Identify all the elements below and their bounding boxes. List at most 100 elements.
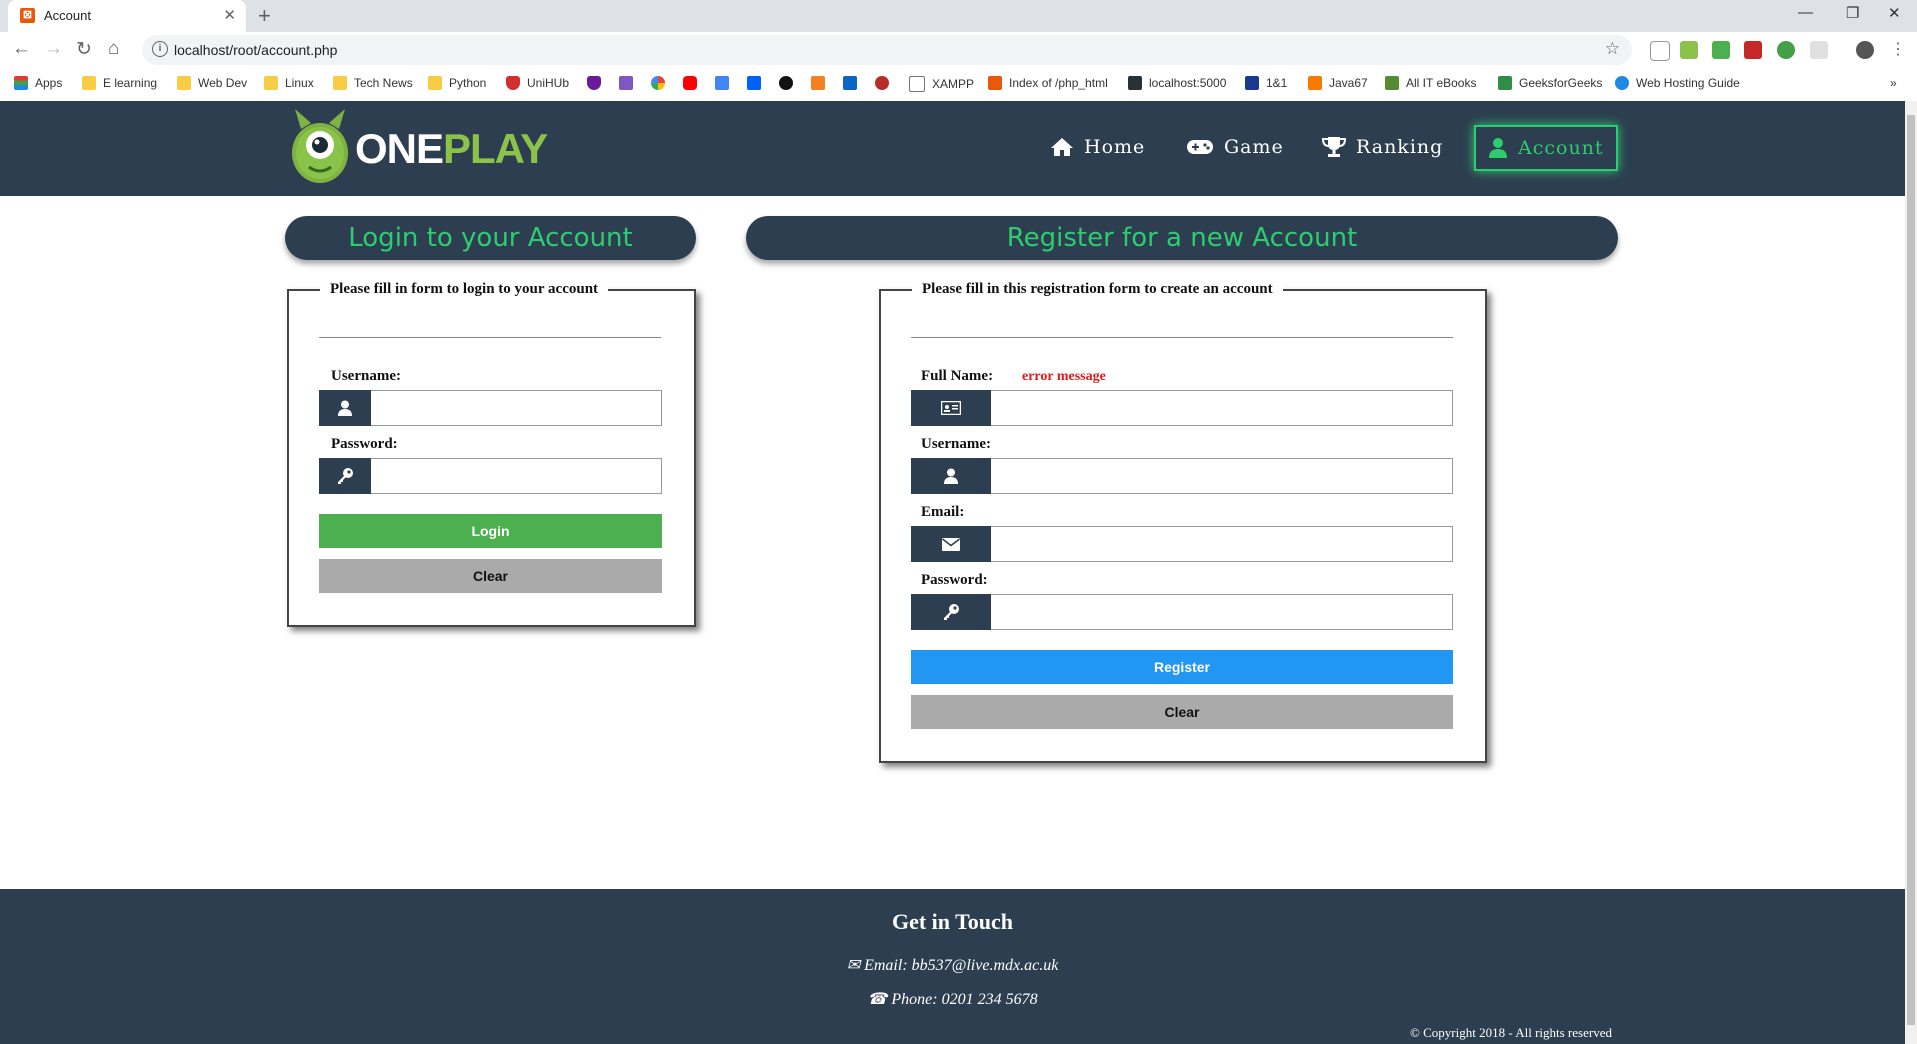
bookmark-item[interactable]: GeeksforGeeks xyxy=(1498,76,1602,90)
hosting-guide-icon xyxy=(1615,76,1629,90)
bookmark-item[interactable]: Index of /php_html xyxy=(988,76,1108,90)
folder-icon xyxy=(333,76,347,90)
bookmark-item[interactable] xyxy=(651,76,672,90)
geeksforgeeks-icon xyxy=(1498,76,1512,90)
browser-tab[interactable]: ⊠ Account ✕ xyxy=(8,0,246,32)
browser-toolbar: ← → ↻ ⌂ i localhost/root/account.php ☆ xyxy=(0,32,1917,70)
nav-home-label: Home xyxy=(1084,136,1146,158)
bookmark-item[interactable] xyxy=(811,76,832,90)
bookmark-item[interactable]: localhost:5000 xyxy=(1128,76,1226,90)
reload-icon[interactable]: ↻ xyxy=(76,38,92,61)
k-icon xyxy=(619,76,633,90)
extension-check-icon[interactable] xyxy=(1777,41,1795,59)
bookmark-item[interactable] xyxy=(619,76,640,90)
bookmark-item[interactable] xyxy=(683,76,704,90)
bookmark-label: Index of /php_html xyxy=(1009,76,1108,90)
bookmark-item[interactable]: Apps xyxy=(14,76,62,90)
register-fullname-field xyxy=(911,390,1453,426)
bookmark-label: Linux xyxy=(285,76,314,90)
login-username-input[interactable] xyxy=(371,390,662,426)
xampp-favicon-icon: ⊠ xyxy=(20,8,35,23)
nav-home[interactable]: Home xyxy=(1050,126,1145,168)
bookmark-item[interactable]: Tech News xyxy=(333,76,413,90)
envelope-icon: ✉ xyxy=(846,957,861,974)
bookmark-item[interactable] xyxy=(715,76,736,90)
home-icon xyxy=(1050,137,1074,157)
url-text[interactable]: localhost/root/account.php xyxy=(174,42,337,58)
login-password-input[interactable] xyxy=(371,458,662,494)
nav-game[interactable]: Game xyxy=(1186,126,1284,168)
register-username-input[interactable] xyxy=(991,458,1453,494)
footer-copyright: © Copyright 2018 - All rights reserved xyxy=(1410,1025,1612,1040)
minimize-icon[interactable]: — xyxy=(1798,4,1813,21)
bookmark-item[interactable]: 1&1 xyxy=(1245,76,1287,90)
page-scrollbar[interactable] xyxy=(1905,101,1917,1044)
new-tab-icon[interactable]: + xyxy=(258,3,271,29)
site-logo[interactable]: ONEPLAY xyxy=(287,105,548,187)
bookmark-item[interactable]: Web Hosting Guide xyxy=(1615,76,1740,90)
bookmark-label: 1&1 xyxy=(1266,76,1288,90)
bookmark-item[interactable] xyxy=(587,76,608,90)
bookmark-star-icon[interactable]: ☆ xyxy=(1605,39,1620,59)
bookmark-item[interactable]: E learning xyxy=(82,76,157,90)
register-email-input[interactable] xyxy=(991,526,1453,562)
bookmark-item[interactable]: Java67 xyxy=(1308,76,1368,90)
extension-shield-icon[interactable] xyxy=(1650,41,1670,61)
bookmark-label: E learning xyxy=(103,76,158,90)
bookmark-item[interactable]: All IT eBooks xyxy=(1385,76,1476,90)
register-button[interactable]: Register xyxy=(911,650,1453,684)
bookmark-item[interactable] xyxy=(843,76,864,90)
bookmark-item[interactable]: XAMPP xyxy=(909,76,974,92)
window-close-icon[interactable]: ✕ xyxy=(1888,4,1901,22)
folder-icon xyxy=(82,76,96,90)
bookmark-item[interactable] xyxy=(747,76,768,90)
bookmark-item[interactable] xyxy=(875,76,896,90)
bookmark-item[interactable]: Web Dev xyxy=(177,76,247,90)
close-tab-icon[interactable]: ✕ xyxy=(223,6,236,24)
user-icon xyxy=(1488,137,1508,159)
bookmark-label: Web Dev xyxy=(198,76,248,90)
footer-phone-text: Phone: 0201 234 5678 xyxy=(891,991,1038,1008)
address-bar[interactable]: i localhost/root/account.php ☆ xyxy=(142,35,1632,65)
back-icon[interactable]: ← xyxy=(12,38,31,60)
xampp-icon xyxy=(988,76,1002,90)
tab-title: Account xyxy=(44,8,91,23)
apps-grid-icon xyxy=(14,76,28,90)
bookmark-item[interactable]: UniHUb xyxy=(506,76,569,90)
extension-red-icon[interactable] xyxy=(1744,41,1762,59)
extension-sheet-icon[interactable] xyxy=(1680,41,1698,59)
forward-icon[interactable]: → xyxy=(44,38,63,60)
bookmark-label: Web Hosting Guide xyxy=(1636,76,1740,90)
browser-chrome: ⊠ Account ✕ + — ❐ ✕ ← → ↻ ⌂ i localhost/… xyxy=(0,0,1917,102)
brand-part-two: PLAY xyxy=(443,125,548,172)
login-button[interactable]: Login xyxy=(319,514,662,548)
site-info-icon[interactable]: i xyxy=(152,41,168,57)
extension-gray-icon[interactable] xyxy=(1810,41,1828,59)
login-clear-button[interactable]: Clear xyxy=(319,559,662,593)
register-fullname-input[interactable] xyxy=(991,390,1453,426)
bookmark-item[interactable]: Linux xyxy=(264,76,314,90)
bookmarks-overflow-icon[interactable]: » xyxy=(1890,76,1897,90)
register-clear-button[interactable]: Clear xyxy=(911,695,1453,729)
unihub-shield-icon xyxy=(506,76,520,90)
nav-ranking[interactable]: Ranking xyxy=(1322,126,1443,168)
bookmark-item[interactable]: Python xyxy=(428,76,486,90)
profile-avatar-icon[interactable] xyxy=(1856,41,1874,59)
nav-account[interactable]: Account xyxy=(1474,125,1618,171)
tab-strip: ⊠ Account ✕ + — ❐ ✕ xyxy=(0,0,1917,32)
restore-icon[interactable]: ❐ xyxy=(1846,4,1859,22)
envelope-icon xyxy=(911,526,991,562)
user-icon xyxy=(319,390,371,426)
extension-new-icon[interactable] xyxy=(1712,41,1730,59)
purple-shield-icon xyxy=(587,76,601,90)
bookmark-item[interactable] xyxy=(779,76,800,90)
register-password-input[interactable] xyxy=(991,594,1453,630)
scrollbar-thumb[interactable] xyxy=(1907,115,1915,1025)
register-title-bar: Register for a new Account xyxy=(746,216,1618,260)
home-icon[interactable]: ⌂ xyxy=(108,38,119,60)
menu-kebab-icon[interactable]: ⋮ xyxy=(1890,41,1906,59)
login-password-field xyxy=(319,458,662,494)
footer-email-text[interactable]: Email: bb537@live.mdx.ac.uk xyxy=(864,957,1058,974)
login-divider xyxy=(319,337,661,338)
monster-logo-icon xyxy=(292,109,348,183)
